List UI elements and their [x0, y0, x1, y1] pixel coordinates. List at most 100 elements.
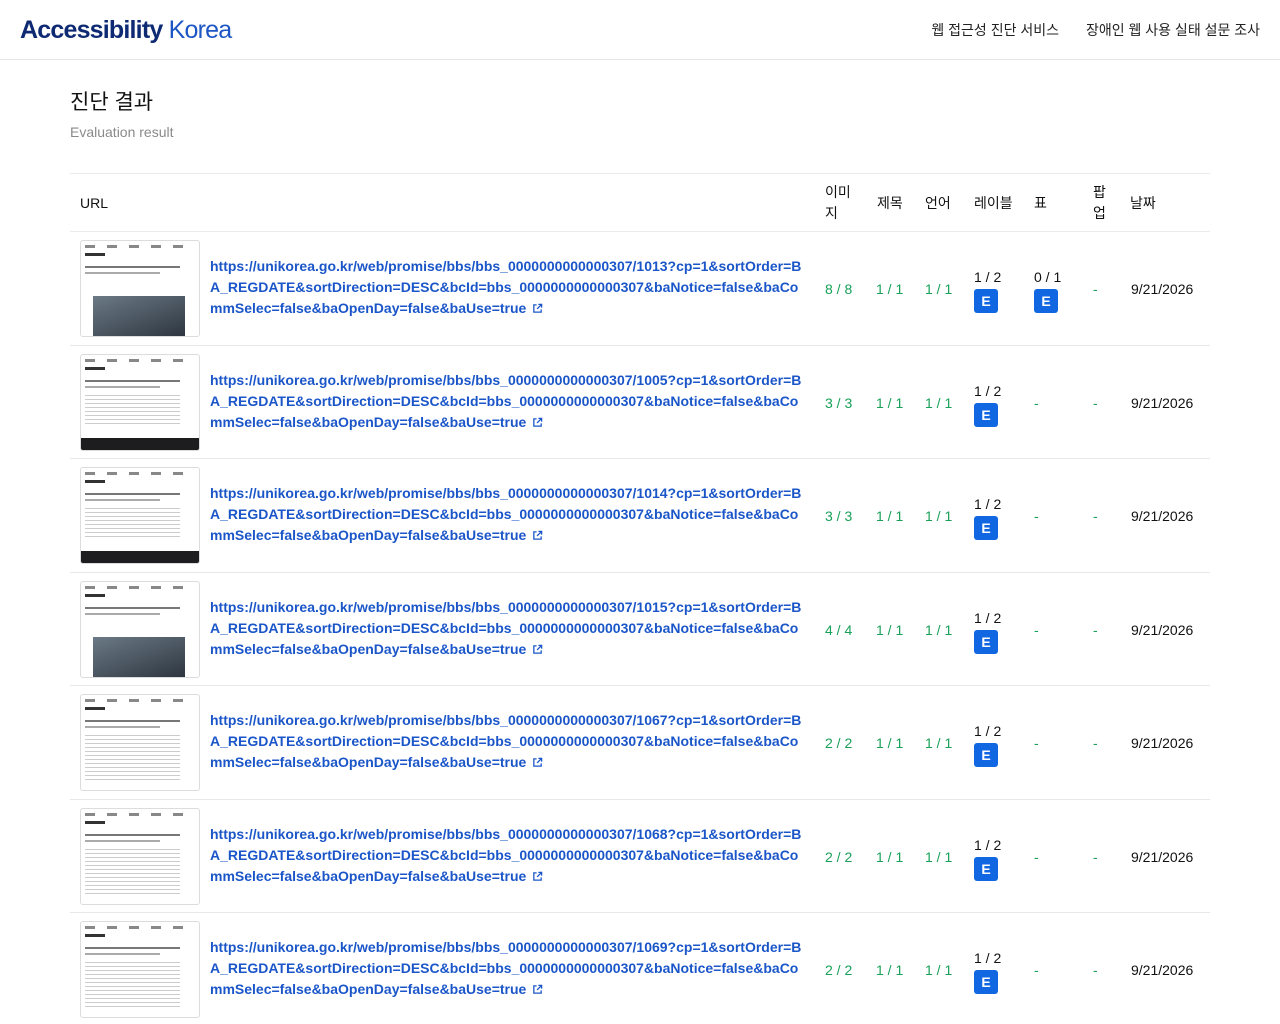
evaluated-url-link[interactable]: https://unikorea.go.kr/web/promise/bbs/b…	[210, 483, 808, 546]
evaluation-date: 9/21/2026	[1131, 394, 1194, 411]
label-error-badge[interactable]: E	[974, 629, 998, 654]
image-score: 8 / 8	[825, 281, 853, 297]
table-row: https://unikorea.go.kr/web/promise/bbs/b…	[70, 686, 1210, 800]
page-screenshot-thumbnail[interactable]	[80, 921, 200, 1018]
page-screenshot-thumbnail[interactable]	[80, 467, 200, 564]
table-row: https://unikorea.go.kr/web/promise/bbs/b…	[70, 573, 1210, 686]
table-body: https://unikorea.go.kr/web/promise/bbs/b…	[70, 232, 1210, 1024]
title-score: 1 / 1	[876, 281, 904, 297]
table-score: -	[1034, 962, 1039, 978]
page-subtitle: Evaluation result	[70, 124, 174, 140]
nav-link-diagnosis-service[interactable]: 웹 접근성 진단 서비스	[931, 19, 1059, 41]
table-header: URL 이미지 제목 언어 레이블 표 팝업 날짜	[70, 173, 1210, 232]
column-header-title: 제목	[877, 195, 903, 211]
external-link-icon	[526, 527, 543, 543]
column-header-date: 날짜	[1130, 195, 1156, 211]
evaluation-date: 9/21/2026	[1131, 962, 1194, 978]
evaluated-url-link[interactable]: https://unikorea.go.kr/web/promise/bbs/b…	[210, 937, 808, 1000]
evaluated-url-link[interactable]: https://unikorea.go.kr/web/promise/bbs/b…	[210, 597, 808, 660]
evaluated-url-link[interactable]: https://unikorea.go.kr/web/promise/bbs/b…	[210, 256, 808, 319]
language-score: 1 / 1	[925, 962, 953, 978]
page-screenshot-thumbnail[interactable]	[80, 694, 200, 791]
url-text: https://unikorea.go.kr/web/promise/bbs/b…	[210, 825, 802, 884]
table-row: https://unikorea.go.kr/web/promise/bbs/b…	[70, 800, 1210, 913]
external-link-icon	[526, 868, 543, 884]
title-score: 1 / 1	[876, 848, 904, 865]
evaluated-url-link[interactable]: https://unikorea.go.kr/web/promise/bbs/b…	[210, 824, 808, 887]
table-row: https://unikorea.go.kr/web/promise/bbs/b…	[70, 346, 1210, 459]
table-score: -	[1034, 508, 1039, 524]
page-title: 진단 결과	[70, 91, 154, 114]
url-text: https://unikorea.go.kr/web/promise/bbs/b…	[210, 939, 802, 997]
language-score: 1 / 1	[925, 508, 953, 524]
evaluation-date: 9/21/2026	[1131, 508, 1194, 524]
column-header-label: 레이블	[974, 195, 1013, 211]
image-score: 2 / 2	[825, 848, 853, 865]
popup-score: -	[1093, 962, 1098, 978]
page-screenshot-thumbnail[interactable]	[80, 353, 200, 451]
language-score: 1 / 1	[925, 621, 953, 638]
image-score: 3 / 3	[825, 394, 853, 411]
column-header-language: 언어	[925, 195, 951, 211]
top-navigation-bar: Accessibility Korea 웹 접근성 진단 서비스 장애인 웹 사…	[0, 0, 1280, 60]
table-row: https://unikorea.go.kr/web/promise/bbs/b…	[70, 232, 1210, 346]
label-score: 1 / 2	[974, 382, 1002, 399]
evaluation-date: 9/21/2026	[1131, 621, 1194, 638]
external-link-icon	[526, 981, 543, 997]
popup-score: -	[1093, 848, 1098, 865]
page-screenshot-thumbnail[interactable]	[80, 240, 200, 337]
label-score: 1 / 2	[974, 269, 1002, 285]
label-error-badge[interactable]: E	[974, 289, 998, 313]
url-text: https://unikorea.go.kr/web/promise/bbs/b…	[210, 371, 802, 430]
table-row: https://unikorea.go.kr/web/promise/bbs/b…	[70, 459, 1210, 573]
url-text: https://unikorea.go.kr/web/promise/bbs/b…	[210, 258, 802, 316]
language-score: 1 / 1	[925, 848, 953, 865]
url-text: https://unikorea.go.kr/web/promise/bbs/b…	[210, 485, 802, 543]
column-header-table: 표	[1034, 195, 1047, 211]
label-error-badge[interactable]: E	[974, 743, 998, 767]
url-text: https://unikorea.go.kr/web/promise/bbs/b…	[210, 712, 802, 770]
column-header-image: 이미지	[825, 184, 851, 221]
results-table: URL 이미지 제목 언어 레이블 표 팝업 날짜 https://unikor…	[70, 173, 1210, 1024]
label-error-badge[interactable]: E	[974, 970, 998, 994]
evaluation-date: 9/21/2026	[1131, 848, 1194, 865]
image-score: 2 / 2	[825, 735, 853, 751]
evaluated-url-link[interactable]: https://unikorea.go.kr/web/promise/bbs/b…	[210, 710, 808, 773]
label-error-badge[interactable]: E	[974, 856, 998, 881]
page-screenshot-thumbnail[interactable]	[80, 807, 200, 905]
label-score: 1 / 2	[974, 836, 1002, 853]
table-row: https://unikorea.go.kr/web/promise/bbs/b…	[70, 913, 1210, 1024]
url-text: https://unikorea.go.kr/web/promise/bbs/b…	[210, 598, 802, 657]
table-score: -	[1034, 848, 1039, 865]
table-score: 0 / 1	[1034, 269, 1062, 285]
popup-score: -	[1093, 621, 1098, 638]
image-score: 2 / 2	[825, 962, 853, 978]
label-score: 1 / 2	[974, 950, 1002, 966]
table-score: -	[1034, 735, 1039, 751]
label-error-badge[interactable]: E	[974, 402, 998, 427]
logo-text-light: Korea	[168, 16, 233, 44]
evaluation-date: 9/21/2026	[1131, 281, 1194, 297]
evaluated-url-link[interactable]: https://unikorea.go.kr/web/promise/bbs/b…	[210, 370, 808, 433]
page-screenshot-thumbnail[interactable]	[80, 580, 200, 678]
label-score: 1 / 2	[974, 496, 1002, 512]
evaluation-date: 9/21/2026	[1131, 735, 1194, 751]
language-score: 1 / 1	[925, 394, 953, 411]
nav-link-survey[interactable]: 장애인 웹 사용 실태 설문 조사	[1086, 19, 1260, 41]
image-score: 3 / 3	[825, 508, 853, 524]
table-error-badge[interactable]: E	[1034, 289, 1058, 313]
external-link-icon	[526, 641, 543, 657]
title-score: 1 / 1	[876, 621, 904, 638]
table-score: -	[1034, 621, 1039, 638]
table-score: -	[1034, 394, 1039, 411]
site-logo[interactable]: Accessibility Korea	[20, 14, 233, 46]
title-score: 1 / 1	[876, 962, 904, 978]
language-score: 1 / 1	[925, 281, 953, 297]
popup-score: -	[1093, 281, 1098, 297]
label-error-badge[interactable]: E	[974, 516, 998, 540]
title-score: 1 / 1	[876, 394, 904, 411]
popup-score: -	[1093, 735, 1098, 751]
external-link-icon	[526, 754, 543, 770]
label-score: 1 / 2	[974, 723, 1002, 739]
external-link-icon	[526, 300, 543, 316]
